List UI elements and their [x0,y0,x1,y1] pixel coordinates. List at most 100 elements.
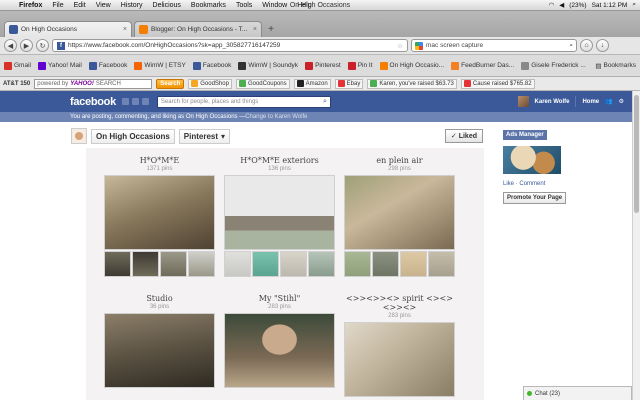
bookmark-etsy[interactable]: WimW | ETSY [134,61,186,70]
board-thumbnail[interactable] [104,251,131,277]
board-card[interactable]: My "Stihl" 283 pins [224,294,335,388]
board-title[interactable]: My "Stihl" [224,294,335,303]
facebook-logo[interactable]: facebook [70,96,116,108]
bookmark-facebook[interactable]: Facebook [88,61,127,70]
board-thumbnail[interactable] [252,251,279,277]
board-title[interactable]: Studio [104,294,215,303]
page-name-link[interactable]: On High Occasions [91,128,175,144]
board-cover-image[interactable] [344,322,455,397]
board-card[interactable]: Studio 36 pins [104,294,215,388]
friend-requests-icon[interactable] [121,98,129,105]
bookmarks-menu[interactable]: ▤ Bookmarks [595,62,636,70]
ebay-button[interactable]: Ebay [334,78,364,89]
like-link[interactable]: Like [503,181,514,187]
chat-bar[interactable]: Chat (23) [523,386,632,400]
board-thumbnail[interactable] [280,251,307,277]
board-thumbnail[interactable] [188,251,215,277]
new-tab-button[interactable]: + [264,22,278,36]
avatar[interactable] [517,96,529,107]
menu-window[interactable]: Window [257,2,292,9]
download-button[interactable]: ↓ [596,39,609,52]
scrollbar[interactable] [632,91,640,400]
battery-status[interactable]: (23%) [569,2,586,9]
goodshop-button[interactable]: GoodShop [188,78,232,89]
board-thumbnail[interactable] [400,251,427,277]
board-card[interactable]: H*O*M*E exteriors 136 pins [224,156,335,277]
change-user-link[interactable]: Change to Karen Wolfe [245,114,307,120]
board-cover-image[interactable] [104,175,215,250]
menu-bookmarks[interactable]: Bookmarks [186,2,231,9]
bookmark-star-icon[interactable]: ☆ [397,42,403,50]
forward-button[interactable]: ▶ [20,39,33,52]
home-link[interactable]: Home [582,99,599,105]
reload-button[interactable]: ↻ [36,39,49,52]
board-thumbnail[interactable] [132,251,159,277]
tab-on-high-occasions[interactable]: On High Occasions × [4,21,132,37]
bookmark-soundyk[interactable]: WimW | Soundyk [238,61,298,70]
board-title[interactable]: H*O*M*E exteriors [224,156,335,165]
home-button[interactable]: ⌂ [580,39,593,52]
board-thumbnail[interactable] [428,251,455,277]
cause-raised-button[interactable]: Cause raised $765.82 [460,78,535,89]
notifications-icon[interactable] [141,98,149,105]
bookmark-on-high[interactable]: On High Occasio... [379,61,444,70]
board-thumbnail[interactable] [160,251,187,277]
board-cover-image[interactable] [104,313,215,388]
page-logo[interactable] [71,128,87,144]
board-cover-image[interactable] [344,175,455,250]
clock[interactable]: Sat 1:12 PM [592,2,628,9]
board-title[interactable]: H*O*M*E [104,156,215,165]
board-thumbnail[interactable] [308,251,335,277]
bookmark-pinterest[interactable]: Pinterest [305,61,341,70]
board-thumbnail[interactable] [224,251,251,277]
yahoo-search-button[interactable]: Search [156,78,185,89]
user-name-link[interactable]: Karen Wolfe [535,99,570,105]
spotlight-icon[interactable]: ⌕ [632,1,636,9]
board-cover-image[interactable] [224,313,335,388]
menu-help[interactable]: Help [292,2,316,9]
board-title[interactable]: <>><>><> spirit <><><>><> [344,294,455,312]
menu-edit[interactable]: Edit [69,2,91,9]
site-identity-icon[interactable]: f [57,41,65,50]
scrollbar-thumb[interactable] [634,95,639,213]
liked-button[interactable]: ✓ Liked [444,129,483,143]
search-icon[interactable]: ⌕ [569,42,573,50]
amazon-button[interactable]: Amazon [293,78,331,89]
board-card[interactable]: H*O*M*E 1371 pins [104,156,215,277]
facebook-search-input[interactable]: Search for people, places and things ⌕ [156,95,331,108]
bookmark-pin-it[interactable]: Pin It [347,61,373,70]
board-card[interactable]: <>><>><> spirit <><><>><> 283 pins [344,294,455,397]
search-box[interactable]: mac screen capture ⌕ [411,39,577,52]
wifi-icon[interactable]: ◠ [549,1,555,9]
bookmark-feedburner[interactable]: FeedBurner Das... [451,61,514,70]
goodcoupons-button[interactable]: GoodCoupons [235,78,290,89]
close-icon[interactable]: × [253,26,257,33]
tab-blogger[interactable]: Blogger: On High Occasions - T... × [134,21,262,37]
url-bar[interactable]: f https://www.facebook.com/OnHighOccasio… [52,39,408,52]
search-input[interactable]: mac screen capture [426,42,483,49]
ads-manager-button[interactable]: Ads Manager [503,130,547,140]
back-button[interactable]: ◀ [4,39,17,52]
bookmark-gisele[interactable]: Gisele Frederick ... [521,61,586,70]
menu-delicious[interactable]: Delicious [148,2,186,9]
promote-page-button[interactable]: Promote Your Page [503,192,567,204]
raised-you-button[interactable]: Karen, you've raised $63.73 [367,78,457,89]
board-card[interactable]: en plein air 298 pins [344,156,455,277]
settings-icon[interactable]: ⚙ [619,98,624,105]
yahoo-search-input[interactable]: powered by YAHOO! SEARCH [34,78,153,89]
menu-tools[interactable]: Tools [231,2,257,9]
board-thumbnail[interactable] [344,251,371,277]
app-tab-selector[interactable]: Pinterest ▾ [178,128,231,144]
bookmark-facebook-2[interactable]: Facebook [192,61,231,70]
comment-link[interactable]: Comment [519,181,545,187]
menu-file[interactable]: File [47,2,68,9]
google-icon[interactable] [415,41,423,50]
board-cover-image[interactable] [224,175,335,250]
board-thumbnail[interactable] [372,251,399,277]
menu-app[interactable]: Firefox [14,2,47,9]
page-profile-image[interactable] [503,146,561,174]
search-icon[interactable]: ⌕ [323,98,327,106]
bookmark-yahoo-mail[interactable]: Yahoo! Mail [37,61,82,70]
menu-view[interactable]: View [91,2,116,9]
friends-icon[interactable]: 👥 [605,98,612,105]
